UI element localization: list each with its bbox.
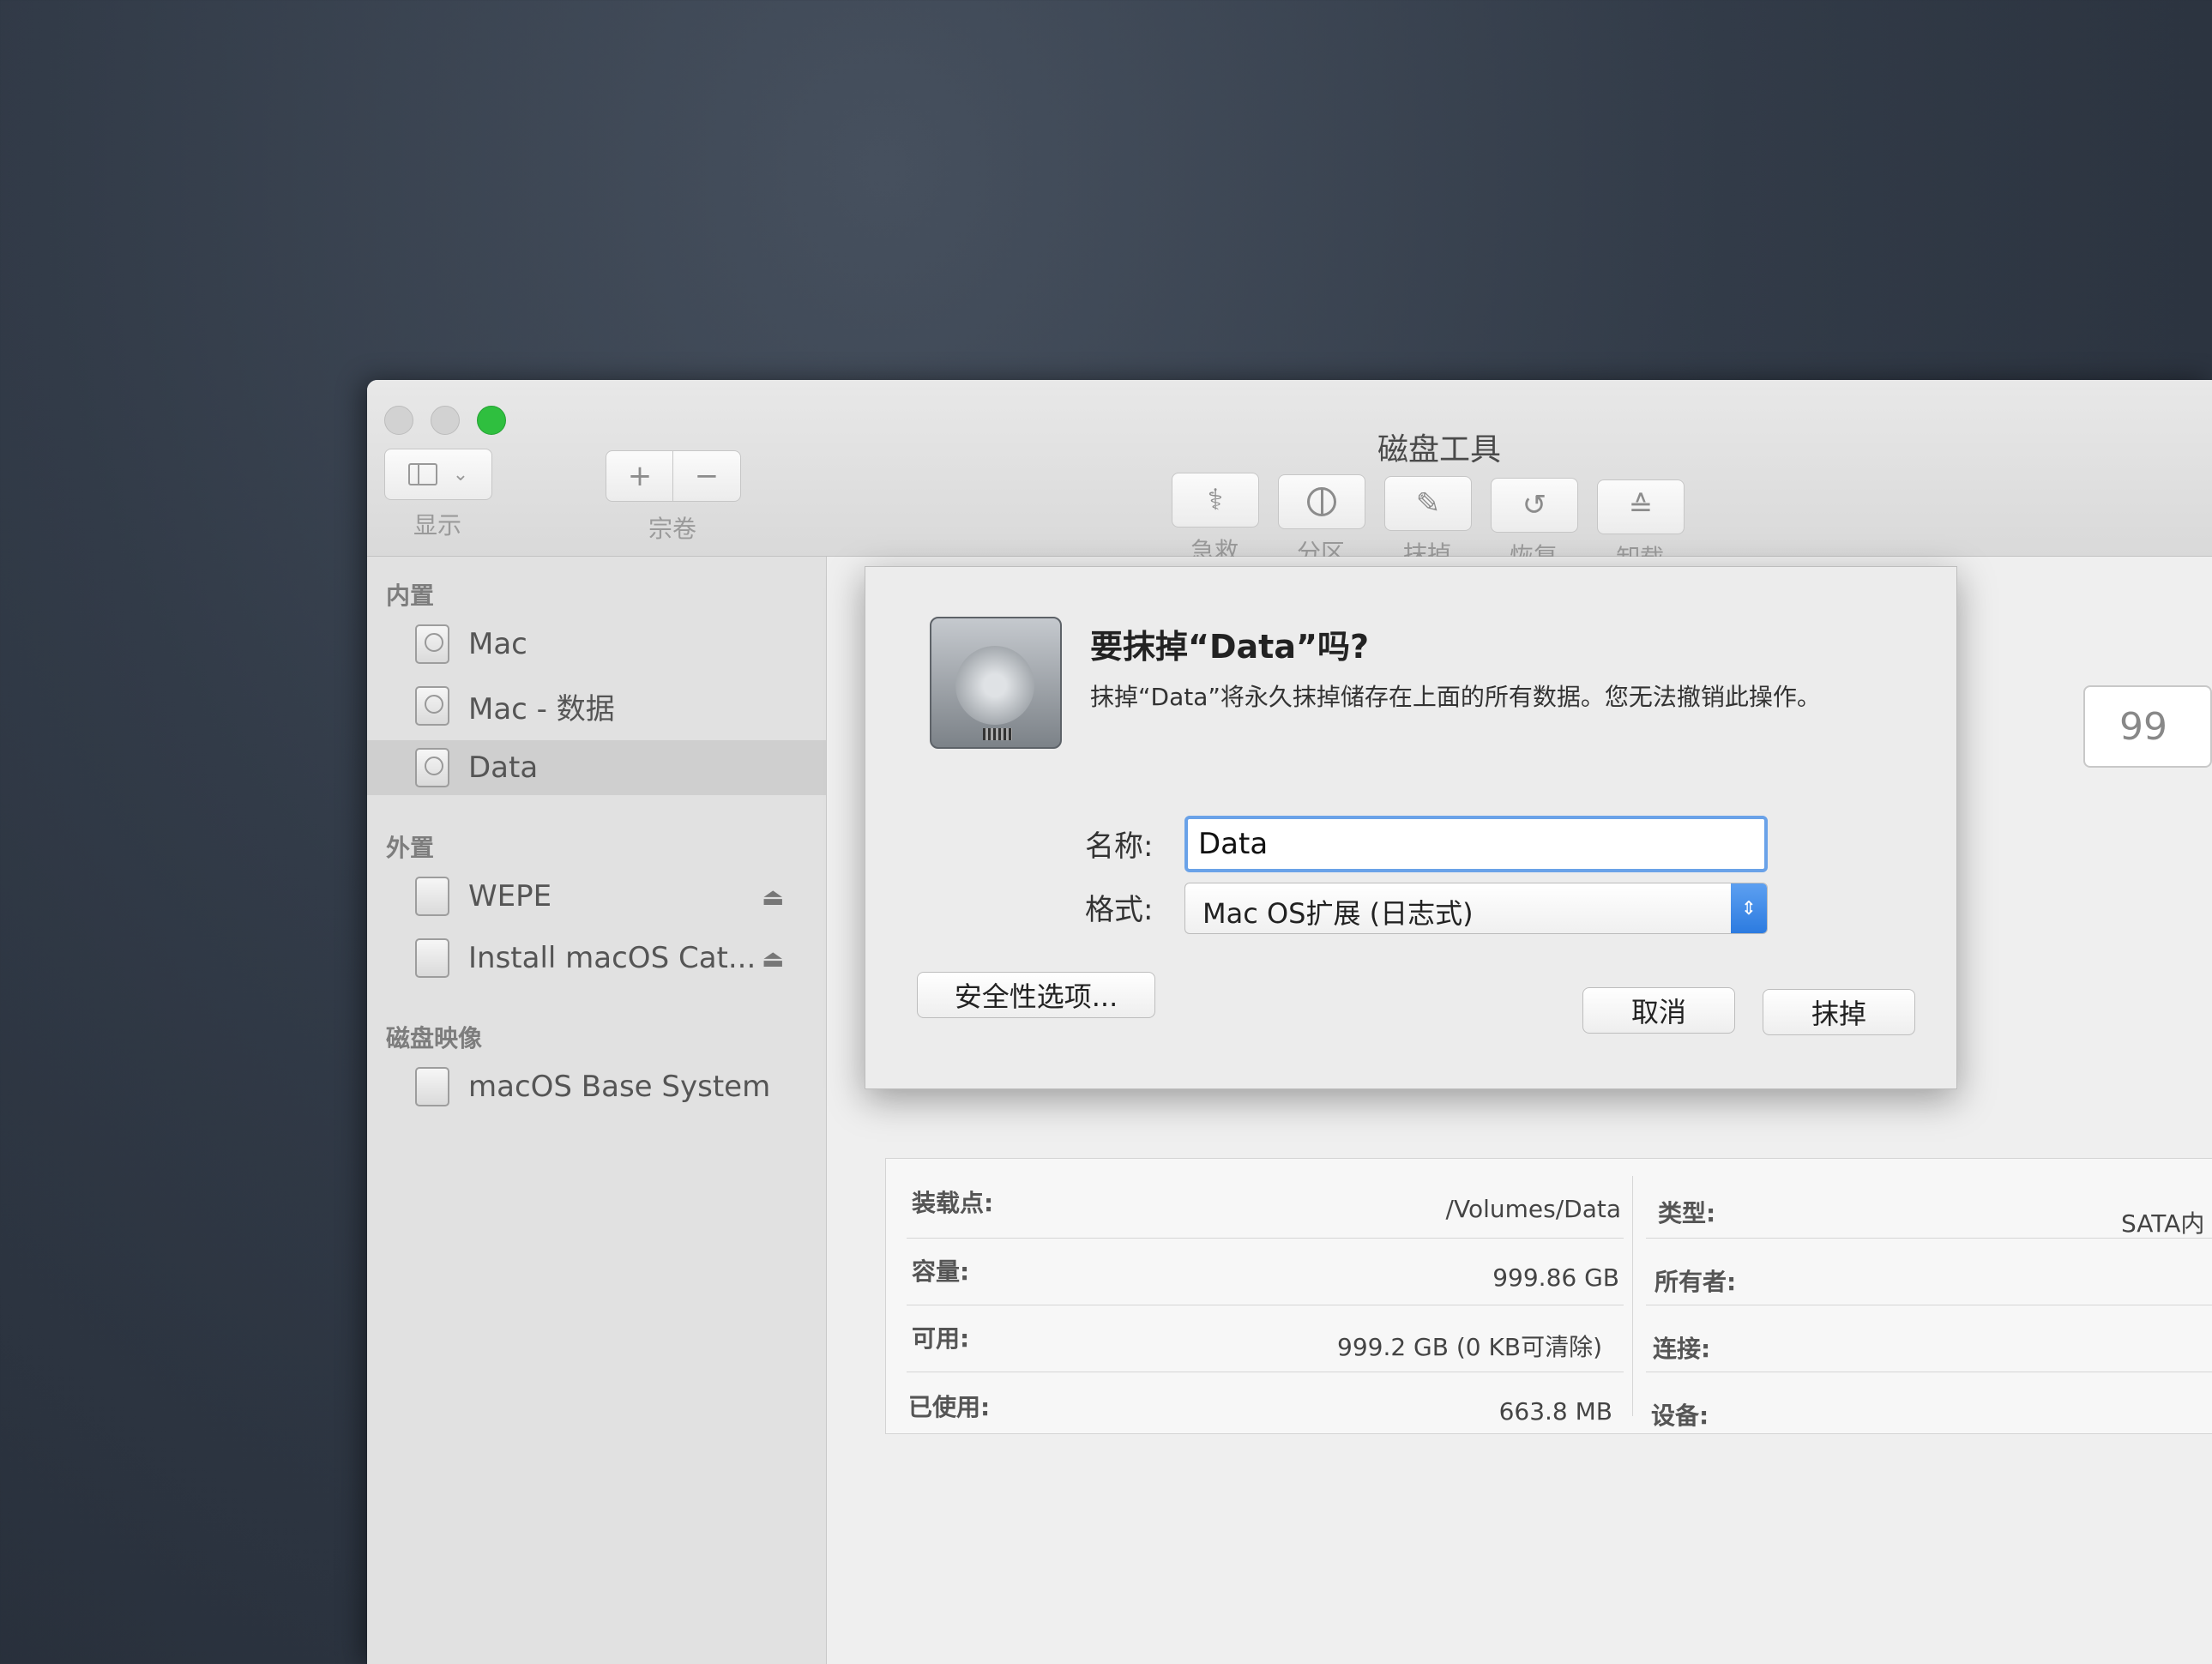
internal-disk-icon (415, 686, 449, 726)
minus-icon: − (694, 459, 720, 493)
owner-key: 所有者: (1654, 1268, 1737, 1296)
dialog-message: 抹掉“Data”将永久抹掉储存在上面的所有数据。您无法撤销此操作。 (1090, 683, 1821, 711)
type-value: SATA内 (2121, 1209, 2205, 1238)
sidebar-item-mac-data[interactable]: Mac - 数据 (367, 678, 826, 733)
remove-volume-button[interactable]: − (672, 450, 741, 502)
type-key: 类型: (1658, 1199, 1716, 1227)
sidebar-item-label: WEPE (468, 879, 552, 913)
erase-icon: ✎ (1415, 486, 1441, 521)
volume-info-table: 装载点: /Volumes/Data 容量: 999.86 GB 可用: 999… (885, 1158, 2212, 1434)
first-aid-button[interactable]: ⚕ (1172, 473, 1259, 528)
erase-button[interactable]: ✎ (1384, 476, 1472, 531)
sidebar-toggle-icon (407, 463, 437, 485)
sidebar-item-label: macOS Base System (468, 1070, 771, 1104)
external-disk-icon (415, 877, 449, 916)
minimize-button[interactable] (431, 406, 460, 435)
select-arrows-icon: ⇕ (1731, 883, 1767, 933)
sidebar-section-disk-images: 磁盘映像 (386, 1024, 483, 1052)
eject-icon[interactable]: ⏏ (762, 883, 784, 911)
pie-chart-icon (1307, 487, 1336, 516)
sidebar-item-label: Mac (468, 627, 527, 661)
available-key: 可用: (912, 1324, 970, 1353)
external-disk-icon (415, 938, 449, 978)
name-label: 名称: (1085, 829, 1154, 864)
cancel-button[interactable]: 取消 (1582, 987, 1735, 1034)
sidebar-item-label: Data (468, 751, 539, 785)
view-button[interactable]: ⌄ (384, 449, 492, 500)
sidebar-item-data[interactable]: Data (367, 740, 826, 795)
used-value: 663.8 MB (1498, 1397, 1612, 1426)
toolbar: 磁盘工具 ⌄ 显示 + − 宗卷 ⚕ 急救 分区 ✎ 抹掉 ↺ ≙ (367, 380, 2212, 572)
sidebar-item-install-macos[interactable]: Install macOS Cat... ⏏ (367, 931, 826, 986)
sidebar-item-macos-base-system[interactable]: macOS Base System (367, 1059, 826, 1114)
dialog-title: 要抹掉“Data”吗? (1090, 628, 1369, 666)
partition-button[interactable] (1278, 474, 1365, 529)
disk-image-icon (415, 1067, 449, 1106)
erase-dialog: 要抹掉“Data”吗? 抹掉“Data”将永久抹掉储存在上面的所有数据。您无法撤… (865, 566, 1957, 1089)
desktop-background: 磁盘工具 ⌄ 显示 + − 宗卷 ⚕ 急救 分区 ✎ 抹掉 ↺ ≙ 内置 Mac… (0, 0, 2212, 1664)
format-select[interactable]: Mac OS扩展 (日志式) ⇕ (1184, 883, 1768, 934)
capacity-indicator: 99 (2083, 685, 2212, 768)
hard-drive-icon (930, 617, 1062, 749)
capacity-key: 容量: (912, 1257, 970, 1286)
connection-key: 连接: (1653, 1335, 1711, 1363)
eject-icon[interactable]: ⏏ (762, 944, 784, 973)
restore-icon: ↺ (1522, 488, 1547, 522)
security-options-button[interactable]: 安全性选项... (917, 972, 1155, 1018)
name-input[interactable] (1184, 816, 1768, 872)
close-button[interactable] (384, 406, 413, 435)
used-key: 已使用: (908, 1393, 991, 1421)
sidebar-section-external: 外置 (386, 834, 435, 862)
plus-icon: + (627, 459, 653, 493)
available-value: 999.2 GB (0 KB可清除) (1337, 1333, 1602, 1361)
chevron-down-icon: ⌄ (452, 463, 469, 485)
sidebar-item-wepe[interactable]: WEPE ⏏ (367, 869, 826, 924)
device-key: 设备: (1651, 1402, 1709, 1430)
unmount-button[interactable]: ≙ (1597, 479, 1685, 534)
internal-disk-icon (415, 748, 449, 787)
sidebar: 内置 Mac Mac - 数据 Data 外置 WEPE ⏏ Install m… (367, 557, 827, 1664)
internal-disk-icon (415, 624, 449, 664)
add-volume-button[interactable]: + (606, 450, 674, 502)
stethoscope-icon: ⚕ (1207, 483, 1224, 517)
sidebar-item-mac[interactable]: Mac (367, 617, 826, 672)
capacity-value: 999.86 GB (1492, 1263, 1619, 1292)
window-title: 磁盘工具 (1377, 432, 1501, 467)
mount-point-key: 装载点: (912, 1189, 994, 1217)
mount-point-value: /Volumes/Data (1445, 1195, 1621, 1223)
volume-label: 宗卷 (648, 515, 696, 543)
view-label: 显示 (413, 511, 461, 540)
sidebar-item-label: Install macOS Cat... (468, 941, 756, 975)
sidebar-section-internal: 内置 (386, 582, 435, 610)
restore-button[interactable]: ↺ (1491, 478, 1578, 533)
sidebar-item-label: Mac - 数据 (468, 691, 615, 726)
unmount-icon: ≙ (1628, 490, 1654, 524)
zoom-button[interactable] (477, 406, 506, 435)
format-label: 格式: (1085, 893, 1154, 927)
confirm-erase-button[interactable]: 抹掉 (1763, 989, 1915, 1035)
format-value: Mac OS扩展 (日志式) (1202, 897, 1474, 930)
